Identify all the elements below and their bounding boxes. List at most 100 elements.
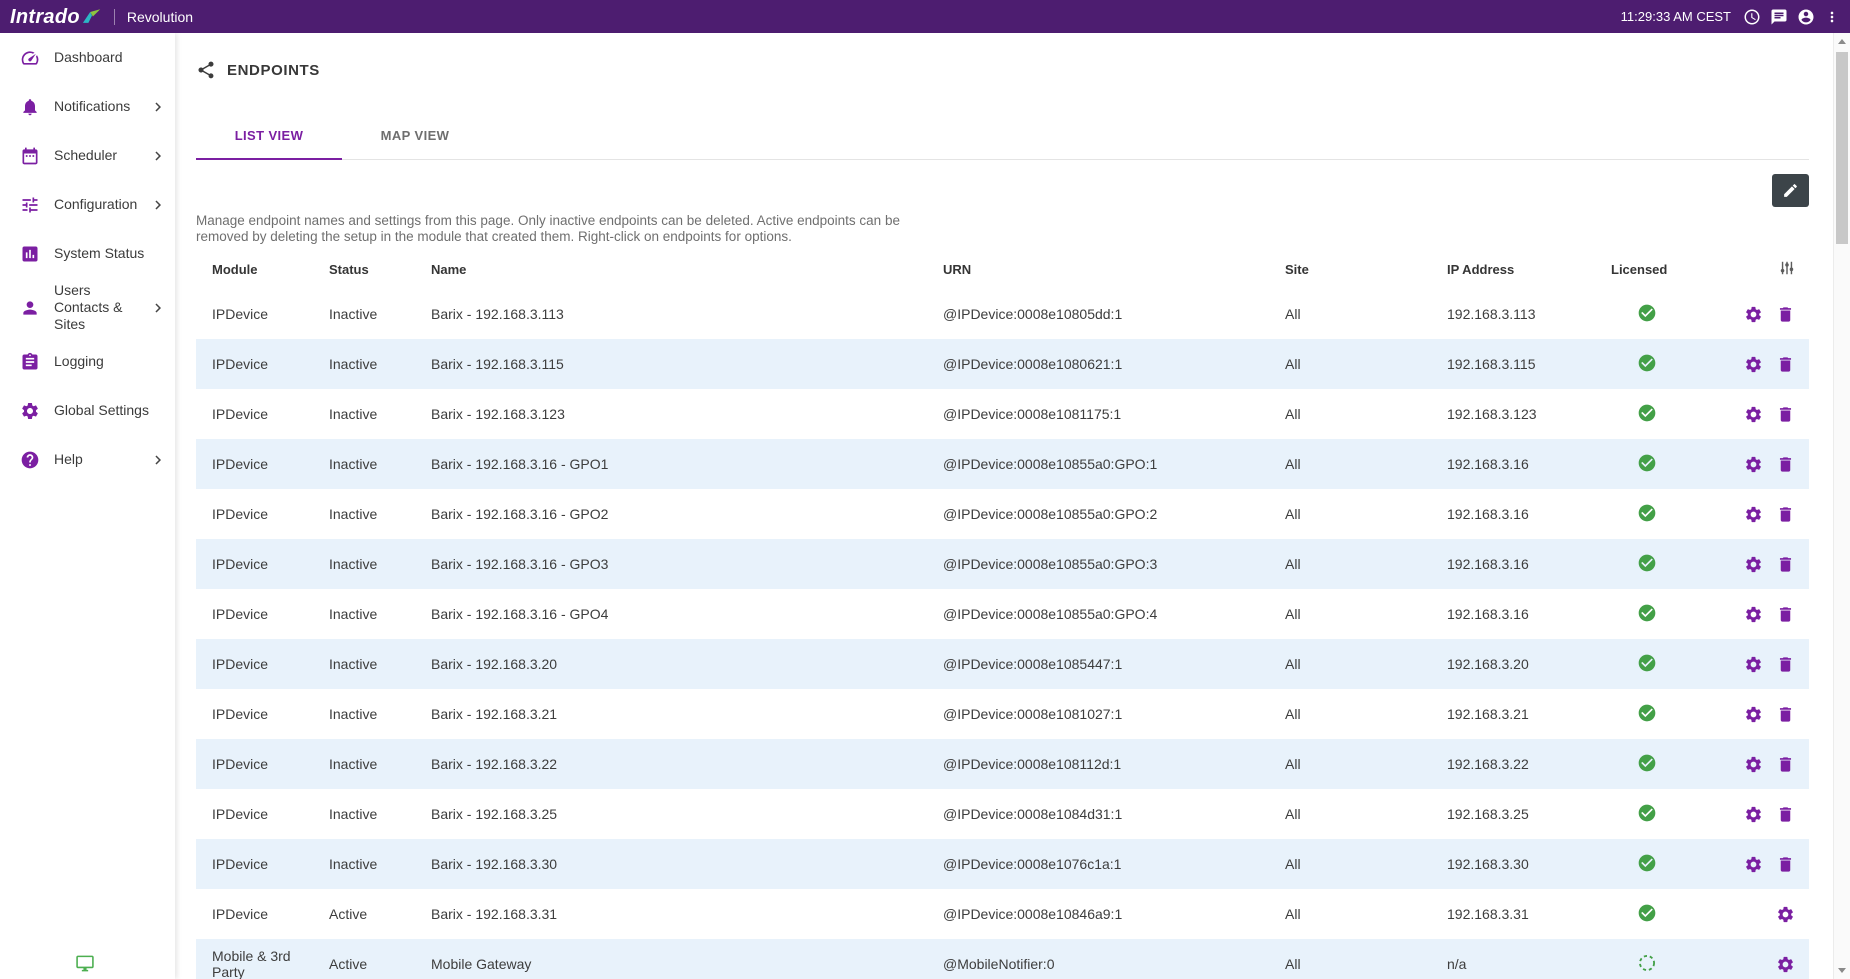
- table-row[interactable]: IPDevice Inactive Barix - 192.168.3.30 @…: [196, 839, 1809, 889]
- row-delete-trash-icon[interactable]: [1776, 505, 1795, 524]
- sidebar-item-users-contacts-sites[interactable]: Users Contacts & Sites: [0, 278, 175, 337]
- table-row[interactable]: IPDevice Active Barix - 192.168.3.31 @IP…: [196, 889, 1809, 939]
- notifications-icon: [20, 97, 40, 117]
- row-delete-trash-icon[interactable]: [1776, 605, 1795, 624]
- cell-licensed: [1595, 839, 1699, 889]
- sidebar-item-system-status[interactable]: System Status: [0, 229, 175, 278]
- tab-list-view[interactable]: LIST VIEW: [196, 112, 342, 159]
- column-filter-icon[interactable]: [1779, 260, 1795, 276]
- licensed-check-icon: [1637, 553, 1657, 573]
- more-menu-icon[interactable]: [1824, 9, 1840, 25]
- licensed-check-icon: [1637, 903, 1657, 923]
- row-delete-trash-icon[interactable]: [1776, 805, 1795, 824]
- cell-name: Barix - 192.168.3.22: [415, 739, 927, 789]
- table-row[interactable]: IPDevice Inactive Barix - 192.168.3.20 @…: [196, 639, 1809, 689]
- configuration-icon: [20, 195, 40, 215]
- row-delete-trash-icon[interactable]: [1776, 705, 1795, 724]
- row-delete-trash-icon[interactable]: [1776, 455, 1795, 474]
- cell-licensed: [1595, 539, 1699, 589]
- intrado-logo-mark-icon: [82, 8, 102, 25]
- row-delete-trash-icon[interactable]: [1776, 855, 1795, 874]
- table-row[interactable]: IPDevice Inactive Barix - 192.168.3.115 …: [196, 339, 1809, 389]
- cell-status: Active: [313, 939, 415, 979]
- table-row[interactable]: IPDevice Inactive Barix - 192.168.3.16 -…: [196, 489, 1809, 539]
- sidebar-item-help[interactable]: Help: [0, 435, 175, 484]
- licensed-check-icon: [1637, 753, 1657, 773]
- row-delete-trash-icon[interactable]: [1776, 655, 1795, 674]
- table-row[interactable]: IPDevice Inactive Barix - 192.168.3.16 -…: [196, 439, 1809, 489]
- row-settings-gear-icon[interactable]: [1744, 555, 1763, 574]
- licensed-check-icon: [1637, 803, 1657, 823]
- row-settings-gear-icon[interactable]: [1776, 905, 1795, 924]
- row-delete-trash-icon[interactable]: [1776, 555, 1795, 574]
- row-settings-gear-icon[interactable]: [1744, 355, 1763, 374]
- table-row[interactable]: IPDevice Inactive Barix - 192.168.3.113 …: [196, 289, 1809, 339]
- row-settings-gear-icon[interactable]: [1744, 755, 1763, 774]
- intrado-logo: Intrado: [10, 7, 102, 27]
- sidebar-item-configuration[interactable]: Configuration: [0, 180, 175, 229]
- cell-site: All: [1269, 589, 1431, 639]
- row-settings-gear-icon[interactable]: [1776, 955, 1795, 974]
- col-header-urn: URN: [927, 249, 1269, 289]
- table-row[interactable]: IPDevice Inactive Barix - 192.168.3.25 @…: [196, 789, 1809, 839]
- cell-urn: @IPDevice:0008e10846a9:1: [927, 889, 1269, 939]
- cell-urn: @IPDevice:0008e1085447:1: [927, 639, 1269, 689]
- sidebar-item-label: Configuration: [54, 196, 149, 213]
- row-delete-trash-icon[interactable]: [1776, 405, 1795, 424]
- cell-actions: [1699, 589, 1809, 639]
- table-row[interactable]: IPDevice Inactive Barix - 192.168.3.21 @…: [196, 689, 1809, 739]
- row-settings-gear-icon[interactable]: [1744, 655, 1763, 674]
- table-row[interactable]: IPDevice Inactive Barix - 192.168.3.123 …: [196, 389, 1809, 439]
- tab-map-view[interactable]: MAP VIEW: [342, 112, 488, 159]
- display-monitor-icon: [74, 954, 96, 973]
- main-content: ENDPOINTS LIST VIEW MAP VIEW Manage endp…: [175, 33, 1833, 979]
- row-settings-gear-icon[interactable]: [1744, 505, 1763, 524]
- sidebar-item-scheduler[interactable]: Scheduler: [0, 131, 175, 180]
- row-settings-gear-icon[interactable]: [1744, 805, 1763, 824]
- cell-name: Barix - 192.168.3.16 - GPO3: [415, 539, 927, 589]
- scroll-down-arrow[interactable]: [1834, 962, 1850, 979]
- cell-urn: @IPDevice:0008e10855a0:GPO:1: [927, 439, 1269, 489]
- page-title: ENDPOINTS: [227, 62, 320, 79]
- row-delete-trash-icon[interactable]: [1776, 305, 1795, 324]
- cell-site: All: [1269, 939, 1431, 979]
- table-row[interactable]: IPDevice Inactive Barix - 192.168.3.16 -…: [196, 589, 1809, 639]
- messages-icon[interactable]: [1770, 8, 1788, 26]
- topbar-divider: [114, 9, 115, 25]
- cell-ip-address: 192.168.3.22: [1431, 739, 1595, 789]
- cell-module: IPDevice: [196, 789, 313, 839]
- cell-licensed: [1595, 589, 1699, 639]
- endpoints-table: Module Status Name URN Site IP Address L…: [196, 249, 1809, 979]
- row-settings-gear-icon[interactable]: [1744, 455, 1763, 474]
- row-settings-gear-icon[interactable]: [1744, 705, 1763, 724]
- scheduler-icon: [20, 146, 40, 166]
- licensed-check-icon: [1637, 853, 1657, 873]
- scrollbar-thumb[interactable]: [1836, 52, 1848, 244]
- topbar: Intrado Revolution 11:29:33 AM CEST: [0, 0, 1850, 33]
- sidebar-item-label: Dashboard: [54, 49, 167, 66]
- row-settings-gear-icon[interactable]: [1744, 305, 1763, 324]
- scroll-up-arrow[interactable]: [1834, 33, 1850, 50]
- sidebar-item-dashboard[interactable]: Dashboard: [0, 33, 175, 82]
- row-settings-gear-icon[interactable]: [1744, 605, 1763, 624]
- sidebar-item-label: Notifications: [54, 98, 149, 115]
- row-settings-gear-icon[interactable]: [1744, 855, 1763, 874]
- row-delete-trash-icon[interactable]: [1776, 355, 1795, 374]
- cell-urn: @IPDevice:0008e1081175:1: [927, 389, 1269, 439]
- cell-actions: [1699, 789, 1809, 839]
- cell-name: Barix - 192.168.3.20: [415, 639, 927, 689]
- cell-actions: [1699, 539, 1809, 589]
- account-icon[interactable]: [1797, 8, 1815, 26]
- row-delete-trash-icon[interactable]: [1776, 755, 1795, 774]
- row-settings-gear-icon[interactable]: [1744, 405, 1763, 424]
- edit-button[interactable]: [1772, 174, 1809, 207]
- sidebar-item-notifications[interactable]: Notifications: [0, 82, 175, 131]
- table-row[interactable]: Mobile & 3rd Party Active Mobile Gateway…: [196, 939, 1809, 979]
- table-row[interactable]: IPDevice Inactive Barix - 192.168.3.16 -…: [196, 539, 1809, 589]
- cell-urn: @IPDevice:0008e10855a0:GPO:3: [927, 539, 1269, 589]
- sidebar-item-logging[interactable]: Logging: [0, 337, 175, 386]
- sidebar-item-global-settings[interactable]: Global Settings: [0, 386, 175, 435]
- clock-icon[interactable]: [1743, 8, 1761, 26]
- cell-module: IPDevice: [196, 339, 313, 389]
- table-row[interactable]: IPDevice Inactive Barix - 192.168.3.22 @…: [196, 739, 1809, 789]
